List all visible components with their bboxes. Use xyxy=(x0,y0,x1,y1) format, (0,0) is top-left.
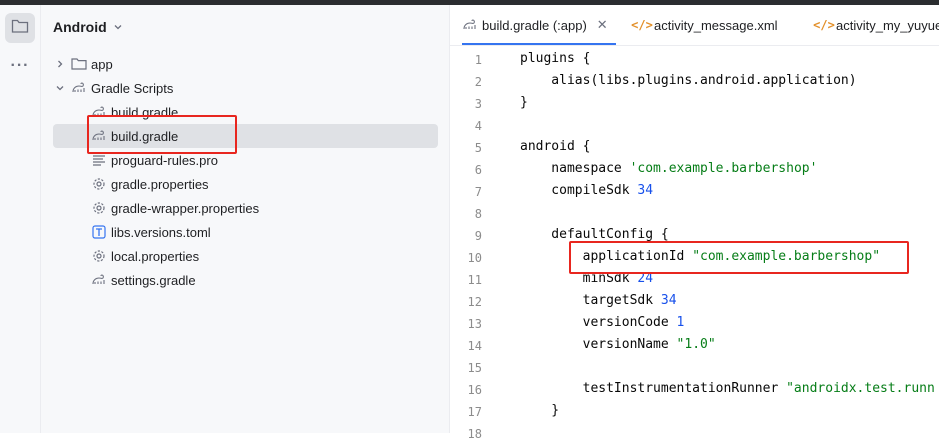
tree-item-gradle-properties[interactable]: gradle.properties xyxy=(53,172,438,196)
line-number: 1 xyxy=(474,53,482,67)
code-line: alias(libs.plugins.android.application) xyxy=(520,73,857,88)
code-token: alias(libs.plugins.android.application) xyxy=(520,73,857,88)
tab-build-gradle-app[interactable]: build.gradle (:app) ✕ xyxy=(462,5,616,45)
tab-label: build.gradle (:app) xyxy=(482,17,587,33)
code-token: testInstrumentationRunner xyxy=(520,381,787,396)
gear-icon xyxy=(91,200,107,216)
line-number: 12 xyxy=(467,295,482,309)
code-line: plugins { xyxy=(520,51,590,66)
line-number: 3 xyxy=(474,97,482,111)
tree-item-label: app xyxy=(91,56,113,72)
more-icon: ··· xyxy=(10,57,30,74)
annotation-highlight-box xyxy=(87,115,237,154)
code-token: namespace xyxy=(520,161,630,176)
code-line: compileSdk 34 xyxy=(520,183,653,198)
line-number: 6 xyxy=(474,163,482,177)
line-number: 4 xyxy=(474,119,482,133)
line-number: 14 xyxy=(467,339,482,353)
project-panel: Android app Gradle Scripts build.gradle xyxy=(41,5,450,433)
code-line: android { xyxy=(520,139,590,154)
line-number: 5 xyxy=(474,141,482,155)
tree-item-label: libs.versions.toml xyxy=(111,224,211,240)
code-token: versionName xyxy=(520,337,677,352)
code-token: 1 xyxy=(676,315,685,330)
project-tool-button[interactable] xyxy=(5,13,35,43)
code-line: namespace 'com.example.barbershop' xyxy=(520,161,817,176)
line-number: 2 xyxy=(474,75,482,89)
project-view-title: Android xyxy=(53,19,107,35)
tree-item-label: proguard-rules.pro xyxy=(111,152,218,168)
code-token: "1.0" xyxy=(676,337,716,352)
code-line: } xyxy=(520,403,559,418)
folder-icon xyxy=(71,56,87,72)
chevron-right-icon[interactable] xyxy=(53,57,67,71)
xml-icon: </> xyxy=(813,18,835,32)
gradle-icon xyxy=(462,17,478,33)
code-token: 34 xyxy=(660,293,677,308)
close-icon[interactable]: ✕ xyxy=(597,17,608,33)
tree-item-label: local.properties xyxy=(111,248,200,264)
line-number: 8 xyxy=(474,207,482,221)
code-token: "androidx.test.runn xyxy=(786,381,935,396)
code-token: targetSdk xyxy=(520,293,661,308)
code-token: plugins { xyxy=(520,51,591,66)
tree-item-gradle-scripts[interactable]: Gradle Scripts xyxy=(53,76,438,100)
gear-icon xyxy=(91,248,107,264)
line-number: 7 xyxy=(474,185,482,199)
line-number: 16 xyxy=(467,383,482,397)
code-token: } xyxy=(520,95,528,110)
line-number: 15 xyxy=(467,361,482,375)
xml-icon: </> xyxy=(631,18,653,32)
tree-item-app[interactable]: app xyxy=(53,52,438,76)
line-number: 18 xyxy=(467,427,482,441)
code-editor[interactable]: plugins { alias(libs.plugins.android.app… xyxy=(510,46,939,433)
tree-item-label: gradle.properties xyxy=(111,176,209,192)
text-file-icon xyxy=(91,152,107,168)
code-line: versionCode 1 xyxy=(520,315,685,330)
code-line: targetSdk 34 xyxy=(520,293,677,308)
tree-item-label: settings.gradle xyxy=(111,272,196,288)
line-number: 17 xyxy=(467,405,482,419)
code-line: } xyxy=(520,95,528,110)
project-view-selector[interactable]: Android xyxy=(53,19,123,35)
gradle-icon xyxy=(91,272,107,288)
code-token: compileSdk xyxy=(520,183,638,198)
toml-icon xyxy=(91,224,107,240)
code-line: defaultConfig { xyxy=(520,227,669,242)
chevron-down-icon xyxy=(113,19,123,35)
code-token: defaultConfig { xyxy=(520,227,669,242)
tree-item-settings-gradle[interactable]: settings.gradle xyxy=(53,268,438,292)
gradle-icon xyxy=(71,80,87,96)
tab-label: activity_my_yuyue. xyxy=(836,17,939,33)
activity-bar: ··· xyxy=(0,5,41,433)
line-number: 10 xyxy=(467,251,482,265)
code-token: versionCode xyxy=(520,315,677,330)
code-token: } xyxy=(520,403,560,418)
editor-tab-bar: build.gradle (:app) ✕ </> activity_messa… xyxy=(450,5,939,46)
annotation-highlight-box xyxy=(569,241,909,274)
folder-icon xyxy=(11,18,29,39)
line-number: 11 xyxy=(467,273,482,287)
code-token: 'com.example.barbershop' xyxy=(629,161,818,176)
tree-item-local-properties[interactable]: local.properties xyxy=(53,244,438,268)
chevron-down-icon[interactable] xyxy=(53,81,67,95)
line-number-gutter: 1 2 3 4 5 6 7 8 9 10 11 12 13 14 15 16 17 18 xyxy=(450,46,510,441)
gear-icon xyxy=(91,176,107,192)
tab-activity-message-xml[interactable]: </> activity_message.xml xyxy=(631,5,778,45)
code-line: testInstrumentationRunner "androidx.test… xyxy=(520,381,935,396)
tree-item-libs-versions-toml[interactable]: libs.versions.toml xyxy=(53,220,438,244)
tab-activity-my-yuyue[interactable]: </> activity_my_yuyue. xyxy=(813,5,939,45)
line-number: 9 xyxy=(474,229,482,243)
line-number: 13 xyxy=(467,317,482,331)
tab-label: activity_message.xml xyxy=(654,17,778,33)
more-tools-button[interactable]: ··· xyxy=(5,51,35,81)
code-token: 34 xyxy=(637,183,654,198)
tree-item-label: Gradle Scripts xyxy=(91,80,174,96)
code-token: android { xyxy=(520,139,591,154)
tree-item-gradle-wrapper-properties[interactable]: gradle-wrapper.properties xyxy=(53,196,438,220)
tree-item-label: gradle-wrapper.properties xyxy=(111,200,260,216)
code-line: versionName "1.0" xyxy=(520,337,716,352)
